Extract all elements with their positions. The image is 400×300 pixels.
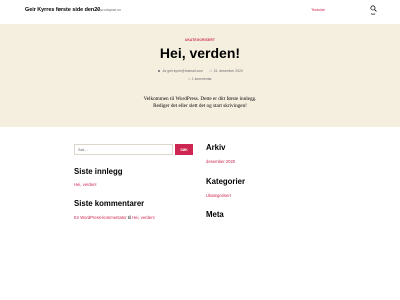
recent-post-link[interactable]: Hei, verden!: [74, 182, 97, 187]
archive-title: Arkiv: [206, 143, 226, 152]
post-date[interactable]: 31. desember 2020: [214, 69, 243, 73]
archive-link[interactable]: desember 2020: [206, 159, 235, 164]
recent-posts-title: Siste innlegg: [74, 167, 123, 176]
post-meta: ☻ Av geir.kyrre@hotmail.com □ 31. desember…: [0, 69, 400, 73]
post-category[interactable]: UKATEGORISERT: [0, 38, 400, 42]
meta-title: Meta: [206, 210, 224, 219]
site-description: www.udapost.no: [96, 8, 121, 13]
post-title[interactable]: Hei, verden!: [0, 45, 400, 61]
post-comments-meta: □ 1 kommentar: [0, 77, 400, 81]
category-link[interactable]: Ukategorisert: [206, 193, 231, 198]
categories-title: Kategorier: [206, 177, 245, 186]
footer-widgets: [0, 127, 400, 300]
post-content: Velkommen til WordPress. Dette er ditt f…: [0, 96, 400, 109]
site-title[interactable]: Geir Kyrres første side den20: [25, 7, 100, 13]
comment-icon: □: [188, 76, 191, 81]
search-toggle-label: Søk: [370, 13, 376, 16]
post-body-line: Velkommen til WordPress. Dette er ditt f…: [143, 96, 257, 102]
post-body-line: Rediger det eller slett det og start skr…: [153, 102, 247, 109]
recent-comment-item: En WordPress-kommentator til Hei, verden…: [74, 215, 155, 220]
recent-comment-post-link[interactable]: Hei, verden!: [132, 215, 155, 220]
nav-link-testside[interactable]: Testside: [311, 8, 325, 12]
search-toggle-button[interactable]: Søk: [366, 5, 380, 19]
recent-comment-author[interactable]: En WordPress-kommentator: [74, 215, 127, 220]
post-author[interactable]: Av geir.kyrre@hotmail.com: [162, 69, 203, 73]
recent-comment-joiner: til: [127, 215, 131, 220]
recent-comments-title: Siste kommentarer: [74, 199, 145, 208]
author-icon: ☻: [157, 68, 161, 73]
calendar-icon: □: [209, 68, 213, 73]
post-comments-link[interactable]: 1 kommentar: [192, 77, 212, 81]
search-icon: [369, 5, 377, 12]
search-input[interactable]: Søk ...: [74, 144, 173, 155]
search-submit-button[interactable]: SØK: [175, 144, 193, 155]
site-header: Geir Kyrres første side den20 www.udapos…: [0, 0, 400, 24]
